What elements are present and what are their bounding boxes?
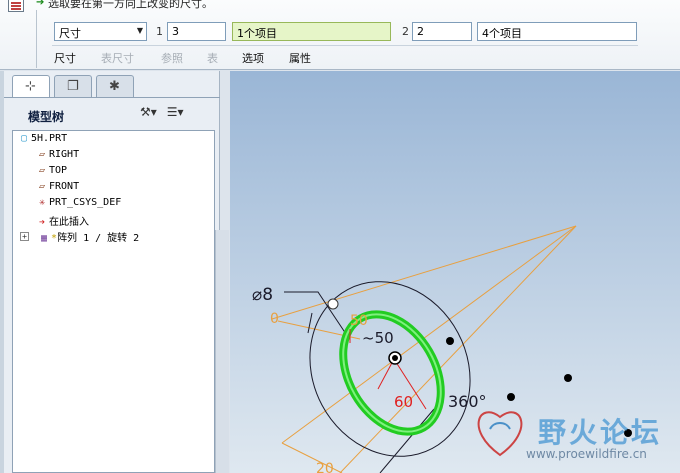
pattern-point[interactable] bbox=[507, 393, 515, 401]
construction-line bbox=[271, 225, 577, 320]
pattern-type-select[interactable]: 尺寸 ▼ bbox=[54, 22, 147, 41]
pattern-type-value: 尺寸 bbox=[59, 27, 81, 40]
direction2-label: 2 bbox=[402, 25, 409, 38]
tab-divider bbox=[4, 97, 220, 98]
dimension-tick bbox=[307, 312, 313, 334]
tree-node-part[interactable]: ▢ 5H.PRT bbox=[17, 133, 67, 149]
navigator-panel: ⊹ ❐ ✱ 模型树 ⚒▾ ☰▾ ▢ 5H.PRT ▱ RIGHT ▱ TOP ▱ FRON… bbox=[4, 71, 220, 473]
panel-sash[interactable] bbox=[215, 230, 229, 473]
pitch-dimension[interactable]: ~50 bbox=[362, 329, 394, 347]
direction2-items-field[interactable]: 4个项目 bbox=[477, 22, 637, 41]
tree-settings-icon[interactable]: ⚒▾ bbox=[140, 105, 157, 119]
message-arrow-icon: ➔ bbox=[36, 0, 45, 8]
model-tree-icon: ⊹ bbox=[25, 79, 36, 94]
tree-columns-icon[interactable]: ☰▾ bbox=[167, 105, 184, 119]
depth-dimension[interactable]: 50 bbox=[350, 313, 368, 329]
part-icon: ▢ bbox=[20, 133, 28, 144]
spacing-dimension[interactable]: 60 bbox=[394, 393, 413, 411]
panel-title: 模型树 bbox=[28, 110, 65, 124]
tree-node-label: RIGHT bbox=[49, 149, 80, 160]
direction1-label: 1 bbox=[156, 25, 163, 38]
pattern-point[interactable] bbox=[446, 337, 454, 345]
dashboard-icon bbox=[8, 0, 24, 12]
favorites-folder-icon: ✱ bbox=[109, 79, 120, 94]
divider bbox=[36, 10, 37, 68]
divider bbox=[52, 45, 638, 46]
tab-properties[interactable]: 属性 bbox=[289, 50, 311, 66]
tree-node-label: FRONT bbox=[49, 181, 80, 192]
bottom-dimension[interactable]: 20 bbox=[316, 461, 334, 473]
axis-line bbox=[379, 408, 435, 473]
folders-icon: ❐ bbox=[67, 79, 79, 94]
datum-plane-icon: ▱ bbox=[38, 165, 46, 176]
pattern-point[interactable] bbox=[564, 374, 572, 382]
center-point-core bbox=[392, 355, 398, 361]
csys-icon: ✳ bbox=[38, 197, 46, 208]
tree-node-csys[interactable]: ✳ PRT_CSYS_DEF bbox=[35, 197, 121, 213]
tree-node-label: TOP bbox=[49, 165, 68, 176]
model-tree: ▢ 5H.PRT ▱ RIGHT ▱ TOP ▱ FRONT ✳ PRT_CSYS_DEF… bbox=[12, 130, 215, 473]
message-text: 选取要在第一方向上改变的尺寸。 bbox=[48, 0, 213, 10]
tree-node-label: 5H.PRT bbox=[31, 133, 68, 144]
open-point[interactable] bbox=[327, 298, 339, 310]
pattern-dashboard: ➔ 选取要在第一方向上改变的尺寸。 尺寸 ▼ 1 3 1个项目 2 2 4个项目… bbox=[0, 0, 680, 70]
torus-ring bbox=[339, 310, 445, 436]
tree-node-pattern[interactable]: + ▦ *阵列 1 / 旋转 2 bbox=[17, 229, 139, 245]
construction-line bbox=[281, 225, 577, 444]
watermark-url: www.proewildfire.cn bbox=[526, 447, 647, 461]
direction1-count-field[interactable]: 3 bbox=[167, 22, 226, 41]
tab-references[interactable]: 参照 bbox=[161, 50, 183, 66]
tree-node-label: PRT_CSYS_DEF bbox=[49, 197, 122, 208]
tab-table-dimensions[interactable]: 表尺寸 bbox=[101, 50, 134, 66]
tree-node-insert-here[interactable]: ➔ 在此插入 bbox=[35, 213, 89, 229]
tab-model-tree[interactable]: ⊹ bbox=[12, 75, 50, 98]
watermark-text: 野火论坛 bbox=[538, 416, 663, 449]
tree-toolbar: ⚒▾ ☰▾ bbox=[140, 105, 194, 119]
tab-options[interactable]: 选项 bbox=[242, 50, 264, 66]
tree-node-front[interactable]: ▱ FRONT bbox=[35, 181, 79, 197]
datum-plane-icon: ▱ bbox=[38, 149, 46, 160]
tab-folder-browser[interactable]: ❐ bbox=[54, 75, 92, 97]
expand-icon[interactable]: + bbox=[20, 232, 29, 241]
angle-dimension[interactable]: 0 bbox=[270, 311, 279, 327]
direction1-items-field[interactable]: 1个项目 bbox=[232, 22, 391, 41]
pattern-icon: ▦ bbox=[41, 233, 48, 244]
forum-logo bbox=[477, 411, 523, 457]
datum-plane-icon: ▱ bbox=[38, 181, 46, 192]
tree-node-top[interactable]: ▱ TOP bbox=[35, 165, 67, 181]
direction2-count-field[interactable]: 2 bbox=[412, 22, 472, 41]
graphics-viewport[interactable]: ⌀8 0 50 ~50 60 360° 20 野火论坛 www.proewild… bbox=[230, 71, 680, 473]
tab-tables[interactable]: 表 bbox=[207, 50, 218, 66]
insert-arrow-icon: ➔ bbox=[38, 217, 46, 228]
tree-node-label: 阵列 1 / 旋转 2 bbox=[57, 233, 140, 244]
tab-favorites[interactable]: ✱ bbox=[96, 75, 134, 97]
tree-node-right[interactable]: ▱ RIGHT bbox=[35, 149, 79, 165]
tab-dimensions[interactable]: 尺寸 bbox=[54, 50, 76, 66]
tree-node-label: 在此插入 bbox=[49, 217, 89, 228]
diameter-dimension[interactable]: ⌀8 bbox=[252, 285, 273, 305]
chevron-down-icon: ▼ bbox=[136, 26, 143, 35]
